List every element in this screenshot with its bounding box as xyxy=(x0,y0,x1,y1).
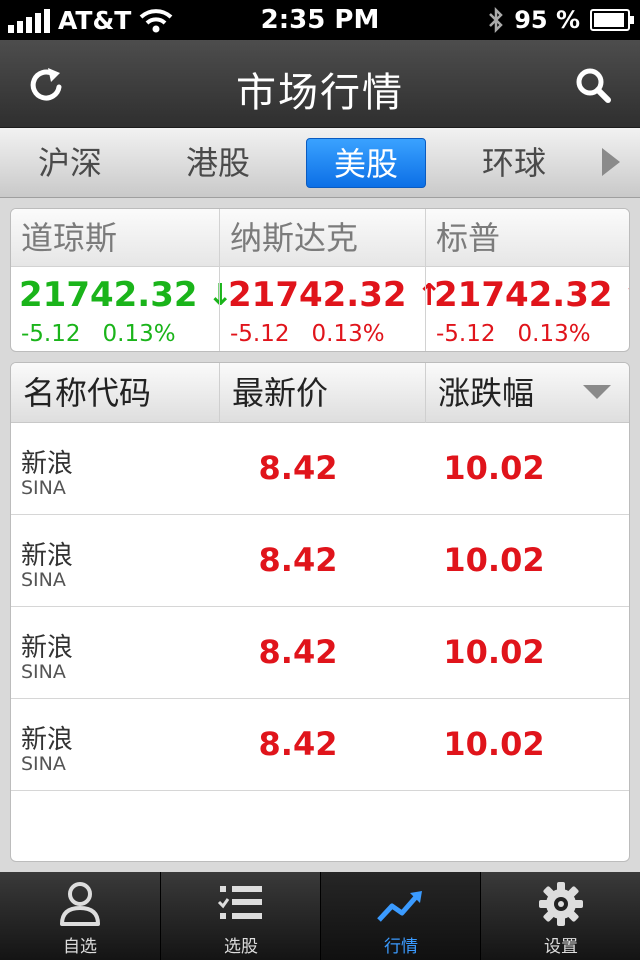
stock-price: 8.42 xyxy=(258,541,338,579)
tab-hushen[interactable]: 沪深 xyxy=(10,138,130,188)
index-name: 纳斯达克 xyxy=(220,209,425,267)
table-row[interactable]: 新浪 SINA 8.42 10.02 xyxy=(11,607,629,699)
tabbar-label: 自选 xyxy=(63,937,97,957)
checklist-icon xyxy=(217,886,262,919)
arrow-up-icon: ↑ xyxy=(623,278,629,313)
tabbar-label: 设置 xyxy=(544,937,578,957)
bottom-tab-bar: 自选 选股 行情 设置 xyxy=(0,872,640,960)
list-header: 名称代码 最新价 涨跌幅 xyxy=(11,363,629,423)
bluetooth-icon xyxy=(489,6,503,34)
index-value: 21742.32 ↑ xyxy=(426,267,629,315)
header-name-code[interactable]: 名称代码 xyxy=(11,363,151,423)
tabbar-label: 选股 xyxy=(224,937,258,957)
stock-name: 新浪 xyxy=(21,633,74,663)
tabbar-market[interactable]: 行情 xyxy=(320,872,480,960)
tabbar-favorites[interactable]: 自选 xyxy=(0,872,160,960)
index-change-value: -5.12 xyxy=(436,321,496,347)
stock-price: 8.42 xyxy=(258,449,338,487)
stock-change: 10.02 xyxy=(443,449,545,487)
index-value-text: 21742.32 xyxy=(434,275,613,315)
index-change: -5.12 0.13% xyxy=(426,321,629,347)
tab-huanqiu[interactable]: 环球 xyxy=(454,138,574,188)
stock-code: SINA xyxy=(21,661,66,683)
tabbar-stock-picker[interactable]: 选股 xyxy=(160,872,320,960)
stock-change: 10.02 xyxy=(443,725,545,763)
index-change-percent: 0.13% xyxy=(517,321,591,347)
stock-change: 10.02 xyxy=(443,633,545,671)
tab-ganggu[interactable]: 港股 xyxy=(158,138,278,188)
stock-code: SINA xyxy=(21,753,66,775)
stock-price: 8.42 xyxy=(258,633,338,671)
index-change: -5.12 0.13% xyxy=(220,321,425,347)
stock-name: 新浪 xyxy=(21,541,74,571)
index-name: 标普 xyxy=(426,209,629,267)
table-row[interactable]: 新浪 SINA 8.42 10.02 xyxy=(11,515,629,607)
index-name: 道琼斯 xyxy=(11,209,219,267)
tabbar-settings[interactable]: 设置 xyxy=(480,872,640,960)
table-row[interactable]: 新浪 SINA 8.42 10.02 xyxy=(11,423,629,515)
market-tabs: 沪深 港股 美股 环球 xyxy=(0,128,640,198)
tabs-more-arrow-icon[interactable] xyxy=(602,148,620,176)
index-nasdaq[interactable]: 纳斯达克 21742.32 ↑ -5.12 0.13% xyxy=(219,209,442,351)
page-title: 市场行情 xyxy=(236,70,404,116)
nav-bar: 市场行情 xyxy=(0,40,640,128)
stock-change: 10.02 xyxy=(443,541,545,579)
index-dow[interactable]: 道琼斯 21742.32 ↓ -5.12 0.13% xyxy=(11,209,233,351)
stock-name: 新浪 xyxy=(21,725,74,755)
status-bar: AT&T 2:35 PM 95 % xyxy=(0,0,640,40)
header-latest-price[interactable]: 最新价 xyxy=(219,363,328,423)
gear-icon xyxy=(539,882,583,926)
battery-percent: 95 % xyxy=(514,6,580,34)
stock-list: 名称代码 最新价 涨跌幅 新浪 SINA 8.42 10.02 新浪 SINA … xyxy=(10,362,630,862)
search-icon xyxy=(576,68,611,103)
search-button[interactable] xyxy=(568,60,618,110)
index-change-value: -5.12 xyxy=(21,321,81,347)
stock-code: SINA xyxy=(21,477,66,499)
status-right: 95 % xyxy=(488,6,634,34)
index-change-percent: 0.13% xyxy=(311,321,385,347)
trend-chart-icon xyxy=(377,891,422,922)
index-change-value: -5.12 xyxy=(230,321,290,347)
tabbar-label: 行情 xyxy=(384,937,418,957)
tab-meigu[interactable]: 美股 xyxy=(306,138,426,188)
index-value-text: 21742.32 xyxy=(19,275,198,315)
index-value-text: 21742.32 xyxy=(228,275,407,315)
index-sp500[interactable]: 标普 21742.32 ↑ -5.12 0.13% xyxy=(425,209,629,351)
stock-code: SINA xyxy=(21,569,66,591)
stock-price: 8.42 xyxy=(258,725,338,763)
stock-name: 新浪 xyxy=(21,449,74,479)
index-summary: 道琼斯 21742.32 ↓ -5.12 0.13% 纳斯达克 21742.32… xyxy=(10,208,630,352)
index-value: 21742.32 ↑ xyxy=(220,267,442,315)
index-change: -5.12 0.13% xyxy=(11,321,219,347)
sort-dropdown-icon[interactable] xyxy=(583,385,611,399)
index-change-percent: 0.13% xyxy=(102,321,176,347)
battery-icon xyxy=(590,9,634,31)
index-value: 21742.32 ↓ xyxy=(11,267,233,315)
table-row[interactable]: 新浪 SINA 8.42 10.02 xyxy=(11,699,629,791)
battery-fill xyxy=(594,13,625,27)
person-icon xyxy=(60,882,100,926)
